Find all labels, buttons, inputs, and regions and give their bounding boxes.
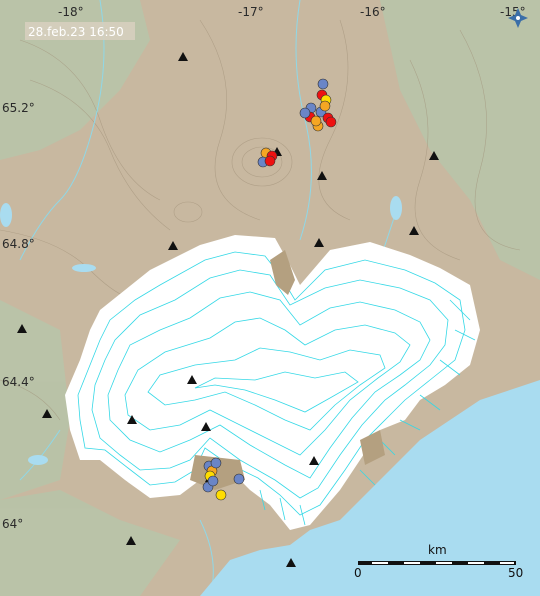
earthquake-marker [264,155,276,167]
earthquake-marker [319,100,331,112]
earthquake-marker [215,489,227,501]
lon-label: -18° [58,5,84,19]
earthquake-marker [210,457,222,469]
earthquake-marker [317,78,329,90]
earthquake-marker [310,115,322,127]
lat-label: 64.8° [2,237,35,251]
earthquake-map: 65.2° 64.8° 64.4° 64° -18° -17° -16° -15… [0,0,540,596]
scale-bar: km 0 50 [354,543,523,580]
lat-label: 64° [2,517,23,531]
earthquake-marker [299,107,311,119]
lon-label: -17° [238,5,264,19]
scale-end: 50 [508,566,523,580]
lat-label: 65.2° [2,101,35,115]
lon-label: -16° [360,5,386,19]
lat-label: 64.4° [2,375,35,389]
earthquake-marker [207,475,219,487]
scale-unit: km [428,543,447,557]
earthquake-marker [233,473,245,485]
timestamp: 28.feb.23 16:50 [28,25,124,39]
earthquake-marker [325,116,337,128]
scale-start: 0 [354,566,362,580]
